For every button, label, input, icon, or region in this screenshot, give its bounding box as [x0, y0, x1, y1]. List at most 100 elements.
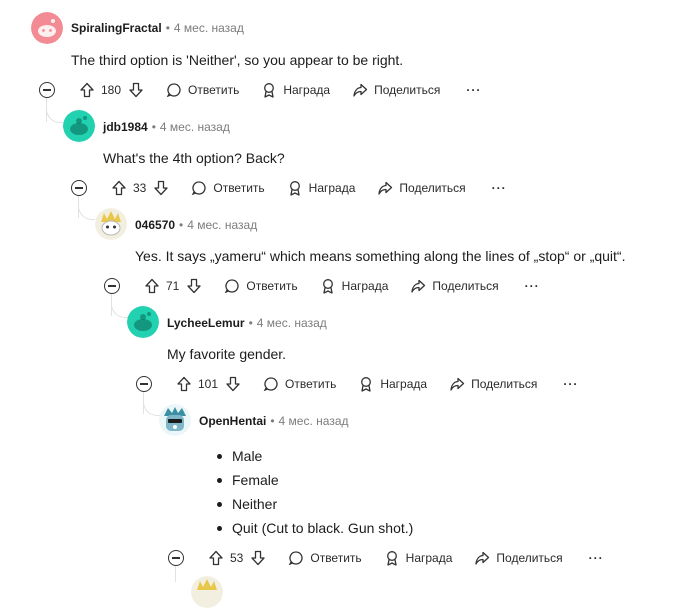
avatar[interactable]	[95, 208, 127, 240]
collapse-button[interactable]	[71, 180, 87, 196]
reply-button[interactable]: Ответить	[224, 278, 298, 294]
avatar[interactable]	[63, 110, 95, 142]
reply-button[interactable]: Ответить	[288, 550, 362, 566]
list-item: Quit (Cut to black. Gun shot.)	[213, 516, 413, 540]
downvote-button[interactable]	[186, 278, 202, 294]
timestamp[interactable]: 4 мес. назад	[187, 218, 257, 232]
downvote-button[interactable]	[250, 550, 266, 566]
award-icon	[264, 83, 275, 98]
comment-body: The third option is 'Neither', so you ap…	[71, 52, 404, 68]
comment-actions: 71 Ответить Награда Поделиться ···	[104, 274, 540, 298]
avatar[interactable]	[127, 306, 159, 338]
comment-actions: 101 Ответить Награда Поделиться ···	[136, 372, 578, 396]
share-icon	[411, 279, 426, 293]
comment-header: OpenHentai • 4 мес. назад	[199, 411, 349, 431]
share-label: Поделиться	[432, 279, 499, 293]
share-label: Поделиться	[374, 83, 441, 97]
award-icon	[386, 551, 397, 566]
share-button[interactable]: Поделиться	[410, 278, 499, 294]
more-options-icon[interactable]: ···	[563, 377, 578, 391]
award-button[interactable]: Награда	[287, 180, 355, 196]
list-item: Female	[213, 468, 413, 492]
upvote-button[interactable]	[79, 82, 95, 98]
comment-icon	[192, 181, 206, 196]
collapse-button[interactable]	[168, 550, 184, 566]
upvote-icon	[145, 278, 159, 294]
separator-dot: •	[248, 316, 253, 330]
avatar[interactable]	[31, 12, 63, 44]
upvote-icon	[177, 376, 191, 392]
separator-dot: •	[165, 21, 170, 35]
comment-body: Yes. It says „yameru“ which means someth…	[135, 248, 626, 264]
username[interactable]: OpenHentai	[199, 414, 266, 428]
upvote-button[interactable]	[144, 278, 160, 294]
reply-label: Ответить	[310, 551, 362, 565]
award-button[interactable]: Награда	[358, 376, 427, 392]
share-icon	[475, 551, 490, 565]
thread-branch	[46, 106, 63, 123]
thread-branch	[111, 301, 128, 318]
upvote-button[interactable]	[208, 550, 224, 566]
downvote-button[interactable]	[153, 180, 169, 196]
collapse-button[interactable]	[136, 376, 152, 392]
award-label: Награда	[380, 377, 428, 391]
comment-header: LycheeLemur • 4 мес. назад	[167, 313, 327, 333]
reply-label: Ответить	[188, 83, 240, 97]
avatar[interactable]	[159, 404, 191, 436]
award-button[interactable]: Награда	[320, 278, 389, 294]
username[interactable]: jdb1984	[103, 120, 148, 134]
comment-actions: 33 Ответить Награда Поделиться ···	[71, 176, 507, 200]
upvote-button[interactable]	[176, 376, 192, 392]
more-options-icon[interactable]: ···	[492, 181, 507, 195]
award-icon	[361, 377, 372, 392]
share-label: Поделиться	[496, 551, 563, 565]
upvote-icon	[112, 180, 126, 196]
reply-button[interactable]: Ответить	[191, 180, 265, 196]
reply-button[interactable]: Ответить	[166, 82, 239, 98]
more-options-icon[interactable]: ···	[466, 83, 481, 97]
award-button[interactable]: Награда	[384, 550, 453, 566]
downvote-icon	[187, 278, 202, 294]
reply-button[interactable]: Ответить	[263, 376, 336, 392]
downvote-button[interactable]	[225, 376, 241, 392]
collapse-button[interactable]	[104, 278, 120, 294]
share-icon	[353, 83, 368, 97]
timestamp[interactable]: 4 мес. назад	[160, 120, 230, 134]
thread-branch	[78, 203, 95, 220]
username[interactable]: 046570	[135, 218, 175, 232]
reply-label: Ответить	[285, 377, 337, 391]
award-label: Награда	[283, 83, 331, 97]
share-button[interactable]: Поделиться	[352, 82, 440, 98]
username[interactable]: SpiralingFractal	[71, 21, 162, 35]
upvote-icon	[209, 550, 223, 566]
share-button[interactable]: Поделиться	[474, 550, 563, 566]
award-label: Награда	[341, 279, 389, 293]
reply-label: Ответить	[213, 181, 265, 195]
separator-dot: •	[270, 414, 275, 428]
comment-body-list: Male Female Neither Quit (Cut to black. …	[213, 444, 413, 540]
downvote-button[interactable]	[128, 82, 144, 98]
username[interactable]: LycheeLemur	[167, 316, 245, 330]
comment-actions: 53 Ответить Награда Поделиться ···	[168, 546, 604, 570]
avatar[interactable]	[191, 576, 223, 608]
timestamp[interactable]: 4 мес. назад	[279, 414, 349, 428]
timestamp[interactable]: 4 мес. назад	[257, 316, 327, 330]
comment-icon	[225, 279, 239, 294]
collapse-button[interactable]	[39, 82, 55, 98]
timestamp[interactable]: 4 мес. назад	[174, 21, 244, 35]
reply-label: Ответить	[246, 279, 298, 293]
share-button[interactable]: Поделиться	[449, 376, 537, 392]
vote-count: 33	[133, 181, 147, 195]
vote-count: 71	[166, 279, 180, 293]
comment-header: SpiralingFractal • 4 мес. назад	[71, 18, 244, 38]
more-options-icon[interactable]: ···	[525, 279, 540, 293]
award-label: Награда	[405, 551, 453, 565]
separator-dot: •	[179, 218, 184, 232]
share-icon	[450, 377, 465, 391]
upvote-icon	[80, 82, 94, 98]
share-button[interactable]: Поделиться	[377, 180, 466, 196]
more-options-icon[interactable]: ···	[589, 551, 604, 565]
upvote-button[interactable]	[111, 180, 127, 196]
list-item: Male	[213, 444, 413, 468]
award-button[interactable]: Награда	[261, 82, 330, 98]
